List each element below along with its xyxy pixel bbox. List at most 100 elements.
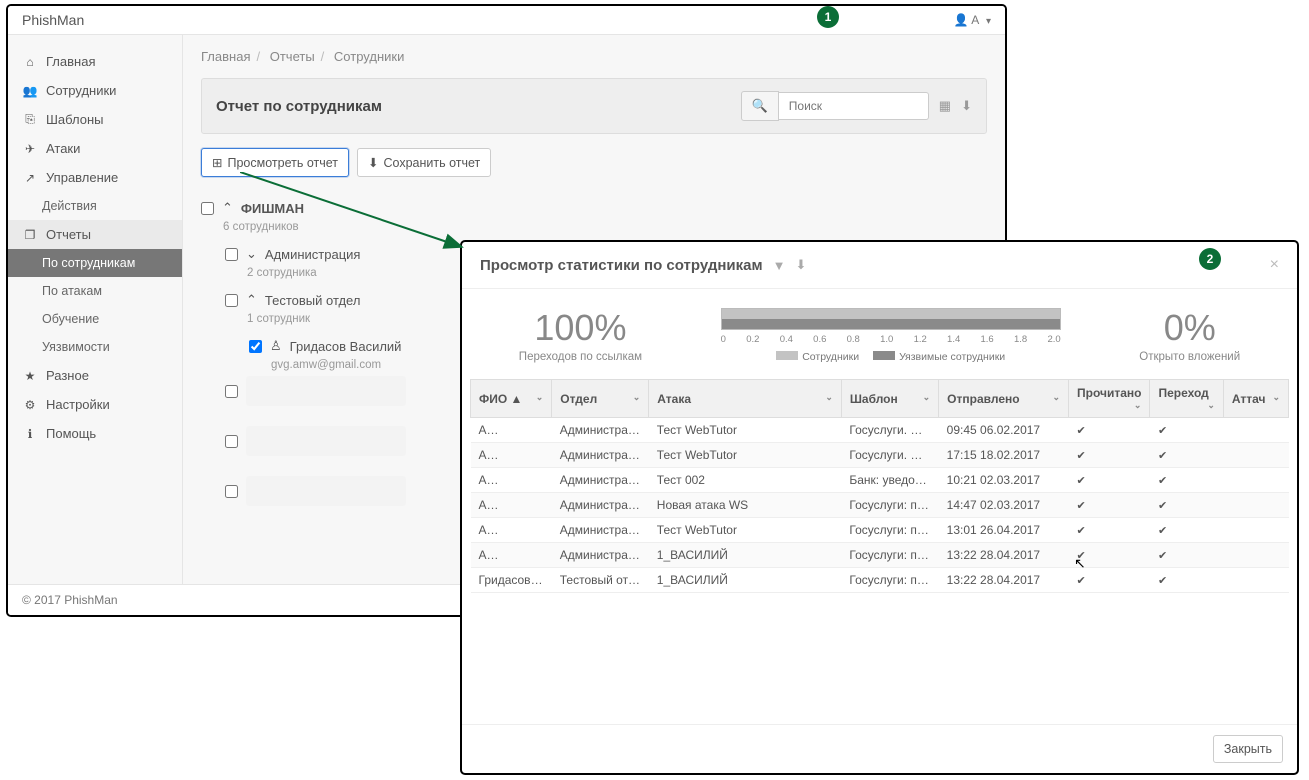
table-cell: Тест WebTutor [649, 443, 842, 468]
sidebar-item[interactable]: Уязвимости [8, 333, 182, 361]
sidebar-item[interactable]: 👥Сотрудники [8, 76, 182, 105]
table-cell: Тест 002 [649, 468, 842, 493]
table-row[interactable]: А…Администрац…Тест 002Банк: уведом…10:21… [471, 468, 1289, 493]
table-cell: 13:22 28.04.2017 [939, 568, 1069, 593]
redacted-label [246, 426, 406, 456]
table-cell: 1_ВАСИЛИЙ [649, 543, 842, 568]
table-row[interactable]: А…Администрац…Тест WebTutorГосуслуги. Ш…… [471, 443, 1289, 468]
modal-header: Просмотр статистики по сотрудникам ▼ ⬇ × [462, 242, 1297, 289]
axis-tick: 1.0 [880, 334, 893, 345]
user-icon: 👤 [954, 13, 969, 27]
sidebar-icon: ⚙ [22, 398, 38, 412]
tree-node-root[interactable]: ⌃ ФИШМАН [201, 195, 987, 221]
legend-swatch [776, 351, 798, 360]
axis-tick: 2.0 [1047, 334, 1060, 345]
sidebar-icon: ⌂ [22, 55, 38, 69]
modal-title: Просмотр статистики по сотрудникам [480, 257, 763, 274]
close-button[interactable]: Закрыть [1213, 735, 1283, 763]
save-report-button[interactable]: ⬇ Сохранить отчет [357, 148, 491, 177]
grid-icon[interactable]: ▦ [939, 98, 951, 114]
sidebar-label: По сотрудникам [42, 256, 135, 270]
tree-checkbox[interactable] [201, 202, 214, 215]
table-cell: А… [471, 418, 552, 443]
close-icon[interactable]: × [1270, 256, 1279, 274]
breadcrumb-item[interactable]: Главная [201, 49, 250, 64]
search-input[interactable] [779, 92, 929, 120]
stats-table: ФИО ▲⌄Отдел⌄Атака⌄Шаблон⌄Отправлено⌄Проч… [470, 379, 1289, 593]
axis-tick: 1.6 [981, 334, 994, 345]
table-row[interactable]: А…Администрац…Новая атака WSГосуслуги: п… [471, 493, 1289, 518]
download-icon[interactable]: ⬇ [795, 257, 806, 273]
table-header[interactable]: Шаблон⌄ [841, 380, 938, 418]
sidebar-icon: ℹ [22, 427, 38, 441]
table-header[interactable]: Аттач⌄ [1223, 380, 1288, 418]
table-cell: ✔ [1150, 543, 1223, 568]
search-button[interactable]: 🔍 [741, 91, 779, 121]
tree-checkbox[interactable] [225, 485, 238, 498]
table-cell: Тест WebTutor [649, 418, 842, 443]
redacted-label [246, 376, 406, 406]
sidebar-item[interactable]: Обучение [8, 305, 182, 333]
filter-icon[interactable]: ▼ [773, 258, 786, 273]
tree-checkbox[interactable] [225, 435, 238, 448]
sidebar-item[interactable]: По сотрудникам [8, 249, 182, 277]
chevron-down-icon: ⌄ [246, 246, 257, 262]
table-cell: Администрац… [552, 468, 649, 493]
table-cell: ✔ [1068, 443, 1149, 468]
download-icon[interactable]: ⬇ [961, 98, 972, 114]
modal-footer: Закрыть [462, 724, 1297, 773]
sidebar-item[interactable]: ✈Атаки [8, 134, 182, 163]
tree-checkbox[interactable] [249, 340, 262, 353]
table-cell: А… [471, 493, 552, 518]
sidebar-item[interactable]: ⌂ Главная [8, 47, 182, 76]
sidebar-item[interactable]: ℹПомощь [8, 419, 182, 448]
table-header[interactable]: ФИО ▲⌄ [471, 380, 552, 418]
preview-report-button[interactable]: ⊞ Просмотреть отчет [201, 148, 349, 177]
tree-label: Гридасов Василий [290, 339, 402, 354]
table-cell: Тест WebTutor [649, 518, 842, 543]
table-row[interactable]: Гридасов Ва…Тестовый от…1_ВАСИЛИЙГосуслу… [471, 568, 1289, 593]
table-cell: 13:22 28.04.2017 [939, 543, 1069, 568]
user-menu[interactable]: 👤 A ▾ [954, 13, 991, 27]
tree-checkbox[interactable] [225, 294, 238, 307]
search-icon: 🔍 [752, 98, 768, 113]
table-cell: Банк: уведом… [841, 468, 938, 493]
table-header[interactable]: Отдел⌄ [552, 380, 649, 418]
sidebar-icon: ⎘ [22, 112, 38, 127]
sidebar-item[interactable]: ⎘Шаблоны [8, 105, 182, 134]
table-row[interactable]: А…Администрац…Тест WebTutorГосуслуги: п…… [471, 518, 1289, 543]
table-header[interactable]: Прочитано⌄ [1068, 380, 1149, 418]
sidebar-item[interactable]: ⚙Настройки [8, 390, 182, 419]
sidebar-label: Уязвимости [42, 340, 110, 354]
table-row[interactable]: А…Администрац…Тест WebTutorГосуслуги. Ш…… [471, 418, 1289, 443]
sidebar-item[interactable]: Действия [8, 192, 182, 220]
chart-axis: 00.20.40.60.81.01.21.41.61.82.0 [721, 334, 1061, 345]
table-cell: Администрац… [552, 543, 649, 568]
sidebar-item[interactable]: ↗Управление [8, 163, 182, 192]
tree-count: 6 сотрудников [223, 221, 987, 241]
table-cell [1223, 468, 1288, 493]
sidebar-label: Главная [46, 54, 95, 69]
sidebar-item[interactable]: По атакам [8, 277, 182, 305]
stat-value: 0% [1139, 307, 1240, 349]
sidebar-label: Атаки [46, 141, 80, 156]
table-cell: ✔ [1068, 518, 1149, 543]
table-row[interactable]: А…Администрац…1_ВАСИЛИЙГосуслуги: п…13:2… [471, 543, 1289, 568]
sidebar-icon: ↗ [22, 171, 38, 185]
breadcrumb-item[interactable]: Отчеты [270, 49, 315, 64]
panel-title: Отчет по сотрудникам [216, 98, 382, 115]
tree-checkbox[interactable] [225, 248, 238, 261]
table-header[interactable]: Атака⌄ [649, 380, 842, 418]
axis-tick: 0.8 [847, 334, 860, 345]
table-header[interactable]: Переход⌄ [1150, 380, 1223, 418]
sidebar-item[interactable]: ❐Отчеты [8, 220, 182, 249]
table-cell [1223, 568, 1288, 593]
axis-tick: 0.6 [813, 334, 826, 345]
tree-checkbox[interactable] [225, 385, 238, 398]
axis-tick: 1.4 [947, 334, 960, 345]
breadcrumb-item: Сотрудники [334, 49, 404, 64]
sidebar-item[interactable]: ★Разное [8, 361, 182, 390]
stat-value: 100% [519, 307, 642, 349]
callout-badge-2: 2 [1199, 248, 1221, 270]
table-header[interactable]: Отправлено⌄ [939, 380, 1069, 418]
